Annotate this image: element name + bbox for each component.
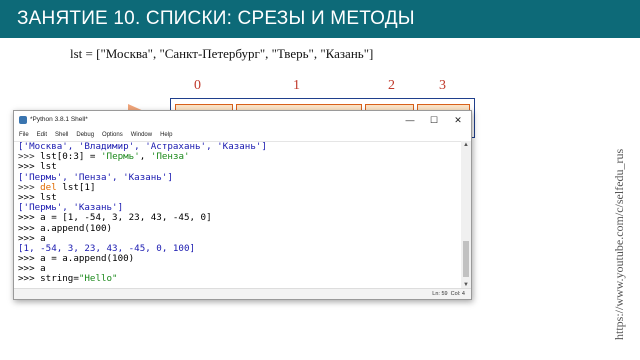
menu-window[interactable]: Window (131, 132, 152, 138)
maximize-button[interactable]: ☐ (423, 111, 445, 129)
python-icon (19, 116, 27, 124)
index-0: 0 (194, 78, 201, 93)
window-titlebar[interactable]: *Python 3.8.1 Shell* — ☐ ✕ (14, 111, 471, 129)
close-button[interactable]: ✕ (447, 111, 469, 129)
scroll-thumb[interactable] (463, 241, 469, 277)
list-definition: lst = ["Москва", "Санкт-Петербург", "Тве… (70, 46, 374, 61)
shell-line: >>> a.append(100) (18, 222, 113, 234)
index-2: 2 (388, 78, 395, 93)
menu-file[interactable]: File (19, 132, 29, 138)
shell-line: >>> a = [1, -54, 3, 23, 43, -45, 0] (18, 212, 212, 224)
shell-line: >>> del lst[1] (18, 181, 96, 193)
status-bar: Ln: 59 Col: 4 (14, 288, 471, 299)
shell-line: >>> lst[0:3] = 'Пермь', 'Пенза' (18, 151, 190, 163)
python-shell-window[interactable]: *Python 3.8.1 Shell* — ☐ ✕ File Edit She… (13, 110, 472, 300)
window-title: *Python 3.8.1 Shell* (30, 116, 88, 123)
shell-input-line[interactable]: >>> string="Hello" (18, 274, 457, 284)
slide-title: ЗАНЯТИЕ 10. СПИСКИ: СРЕЗЫ И МЕТОДЫ (0, 0, 640, 38)
menu-debug[interactable]: Debug (76, 132, 94, 138)
scroll-up-icon[interactable]: ▲ (463, 142, 469, 148)
index-1: 1 (293, 78, 300, 93)
menu-shell[interactable]: Shell (55, 132, 68, 138)
menu-help[interactable]: Help (160, 132, 172, 138)
menu-options[interactable]: Options (102, 132, 123, 138)
cursor-position: Ln: 59 Col: 4 (432, 291, 465, 297)
menu-edit[interactable]: Edit (37, 132, 47, 138)
index-3: 3 (439, 78, 446, 93)
channel-url: https://www.youtube.com/c/selfedu_rus (612, 148, 626, 340)
minimize-button[interactable]: — (399, 111, 421, 129)
vertical-scrollbar[interactable]: ▲ ▼ (461, 141, 471, 289)
shell-line: >>> a = a.append(100) (18, 253, 135, 265)
shell-output[interactable]: ['Москва', 'Владимир', 'Астрахань', 'Каз… (14, 141, 461, 289)
